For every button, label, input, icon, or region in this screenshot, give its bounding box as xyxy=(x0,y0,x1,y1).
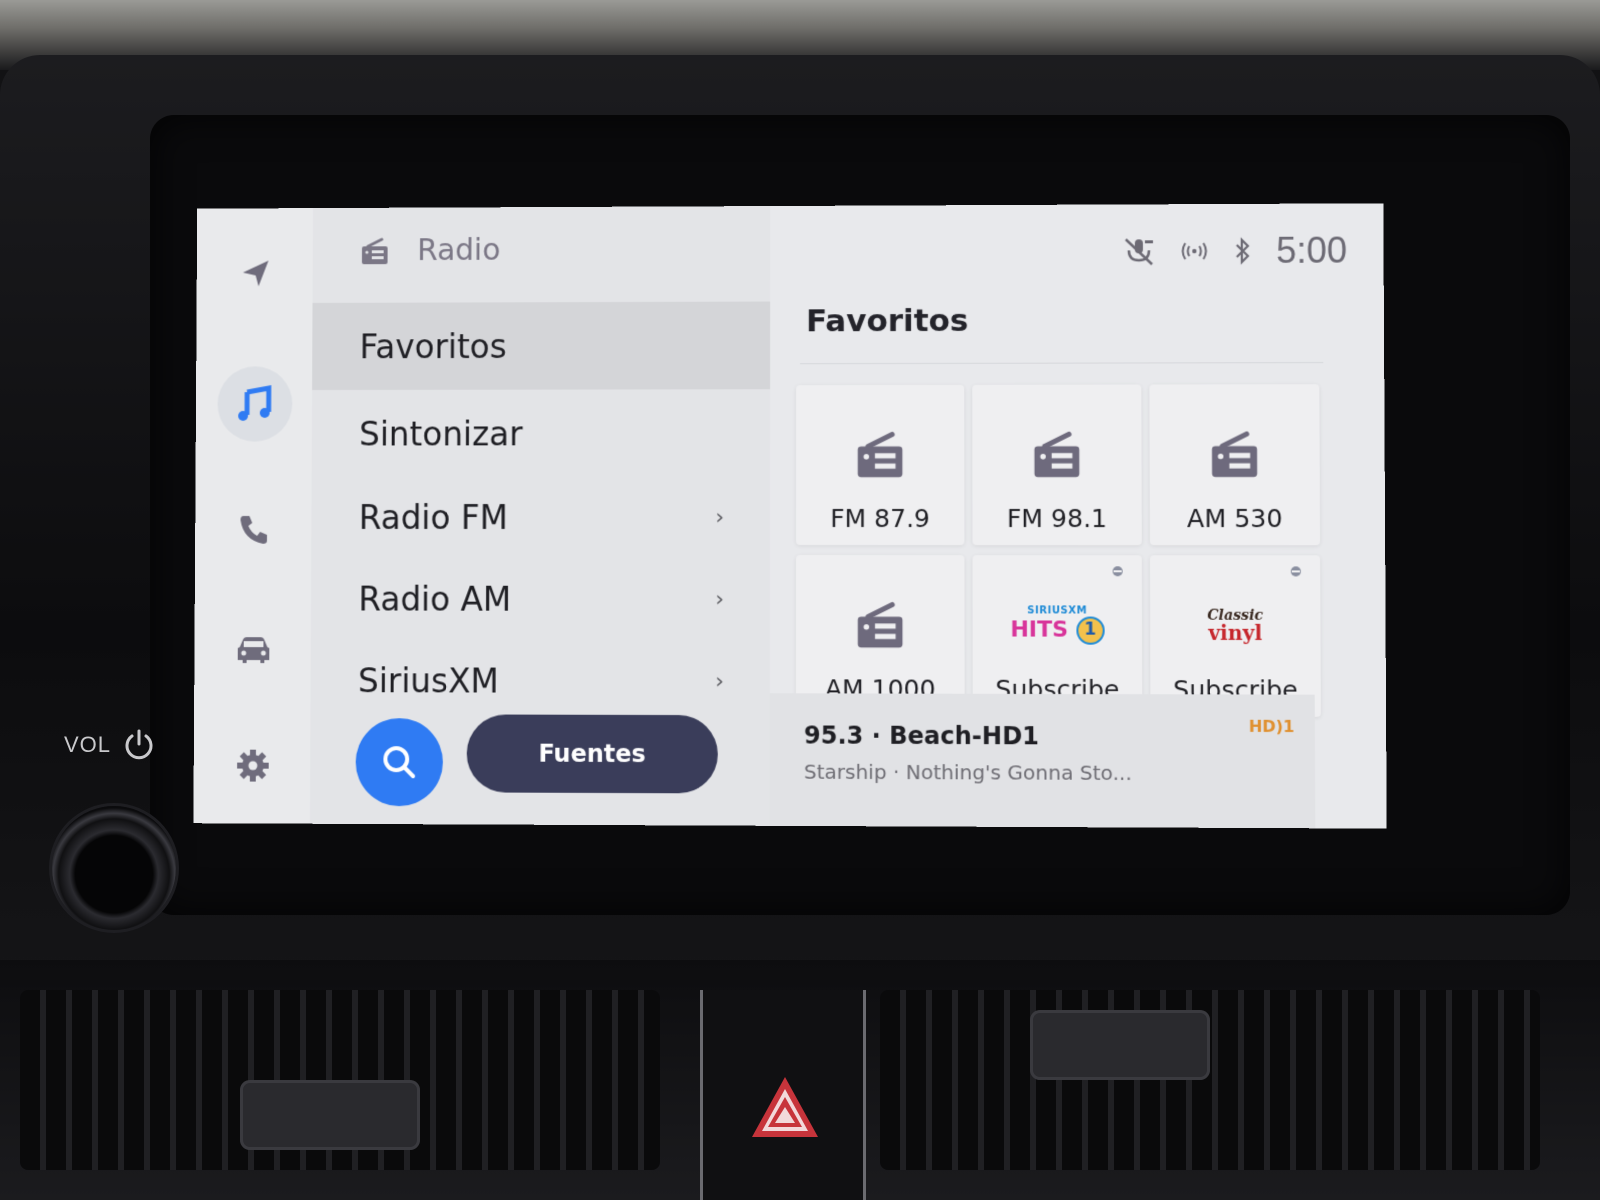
radio-icon xyxy=(857,601,903,648)
menu-item-label: Sintonizar xyxy=(359,414,523,453)
logo-bottom-text: HITS xyxy=(1010,617,1069,643)
gear-icon xyxy=(237,749,269,782)
radio-icon xyxy=(1034,431,1080,478)
divider xyxy=(800,362,1324,365)
app-title: Radio xyxy=(417,232,501,268)
radio-icon xyxy=(361,237,390,264)
menu-item-label: SiriusXM xyxy=(357,660,499,701)
vent-tab-right[interactable] xyxy=(1030,1010,1210,1080)
favorite-tile-classic-vinyl[interactable]: Classic vinyl Subscribe xyxy=(1149,555,1321,717)
vent-tab-left[interactable] xyxy=(240,1080,420,1150)
radio-icon xyxy=(1211,431,1258,478)
now-playing-subtitle: Starship · Nothing's Gonna Sto... xyxy=(803,759,1132,786)
chevron-right-icon: › xyxy=(715,586,725,612)
rail-phone-button[interactable] xyxy=(228,503,279,555)
menu-item-radio-fm[interactable]: Radio FM › xyxy=(311,473,770,561)
vol-label: VOL xyxy=(64,732,112,757)
hd-radio-badge: HD)1 xyxy=(1248,716,1295,737)
satellite-badge-icon xyxy=(1112,566,1123,577)
logo-top-text: SIRIUSXM xyxy=(1027,605,1088,617)
tile-art xyxy=(854,420,906,490)
menu-item-sintonizar[interactable]: Sintonizar xyxy=(312,389,770,477)
classic-vinyl-logo: Classic vinyl xyxy=(1207,591,1263,662)
rail-vehicle-button[interactable] xyxy=(228,624,280,676)
search-button[interactable] xyxy=(355,718,444,807)
favorites-grid: FM 87.9 FM 98.1 AM 530 AM 1000 SIRIUSXM … xyxy=(795,384,1321,717)
tile-label: FM 87.9 xyxy=(830,503,931,534)
mic-off-icon xyxy=(1123,236,1155,266)
bluetooth-icon xyxy=(1234,237,1252,265)
navigation-arrow-icon xyxy=(242,260,269,287)
satellite-badge-icon xyxy=(1290,566,1301,577)
clock: 5:00 xyxy=(1276,229,1348,271)
broadcast-signal-icon xyxy=(1179,240,1209,262)
section-title: Favoritos xyxy=(806,302,969,340)
favorite-tile-am-530[interactable]: AM 530 xyxy=(1149,384,1321,546)
power-icon[interactable] xyxy=(122,728,156,762)
air-vent-right xyxy=(880,990,1540,1170)
menu-item-favoritos[interactable]: Favoritos xyxy=(312,301,771,391)
tile-art xyxy=(1031,420,1084,490)
tile-label: AM 530 xyxy=(1186,503,1283,534)
now-playing-bar[interactable]: 95.3 · Beach-HD1 Starship · Nothing's Go… xyxy=(769,693,1316,829)
phone-icon xyxy=(240,515,268,544)
car-icon xyxy=(237,637,270,664)
app-header: Radio xyxy=(360,233,501,268)
sources-button[interactable]: Fuentes xyxy=(466,714,718,794)
favorite-tile-fm-98-1[interactable]: FM 98.1 xyxy=(972,384,1142,546)
search-icon xyxy=(379,742,419,782)
now-playing-title: 95.3 · Beach-HD1 xyxy=(803,721,1040,751)
siriusxm-hits1-logo: SIRIUSXM HITS 1 xyxy=(1010,590,1105,661)
rail-navigation-button[interactable] xyxy=(230,248,281,300)
menu-item-label: Favoritos xyxy=(359,326,507,366)
menu-item-radio-am[interactable]: Radio AM › xyxy=(311,555,770,643)
rail-settings-button[interactable] xyxy=(227,740,279,792)
tile-art xyxy=(1208,419,1261,489)
chevron-right-icon: › xyxy=(715,504,725,530)
radio-icon xyxy=(857,431,902,477)
favorite-tile-siriusxm-hits1[interactable]: SIRIUSXM HITS 1 Subscribe xyxy=(972,555,1143,717)
menu-item-label: Radio AM xyxy=(358,579,512,619)
infotainment-screen: Radio Favoritos Sintonizar Radio FM › Ra… xyxy=(193,203,1387,829)
favorite-tile-am-1000[interactable]: AM 1000 xyxy=(795,555,965,716)
music-note-icon xyxy=(235,384,275,424)
radio-menu-panel: Radio Favoritos Sintonizar Radio FM › Ra… xyxy=(309,206,771,826)
favorite-tile-fm-87-9[interactable]: FM 87.9 xyxy=(795,384,965,546)
nav-rail xyxy=(193,208,313,824)
status-bar: 5:00 xyxy=(1123,230,1348,273)
rail-music-button[interactable] xyxy=(217,366,293,442)
menu-item-label: Radio FM xyxy=(358,497,508,537)
tile-art xyxy=(854,590,906,660)
tile-label: FM 98.1 xyxy=(1006,503,1108,534)
logo-bottom-text: vinyl xyxy=(1208,620,1263,646)
favorites-panel: 5:00 Favoritos FM 87.9 FM 98.1 AM 530 AM… xyxy=(769,203,1387,829)
chevron-right-icon: › xyxy=(715,668,724,694)
menu-item-siriusxm[interactable]: SiriusXM › xyxy=(310,636,770,725)
hazard-triangle-icon[interactable] xyxy=(750,1075,820,1139)
volume-knob[interactable] xyxy=(52,806,176,930)
logo-number: 1 xyxy=(1075,616,1105,645)
